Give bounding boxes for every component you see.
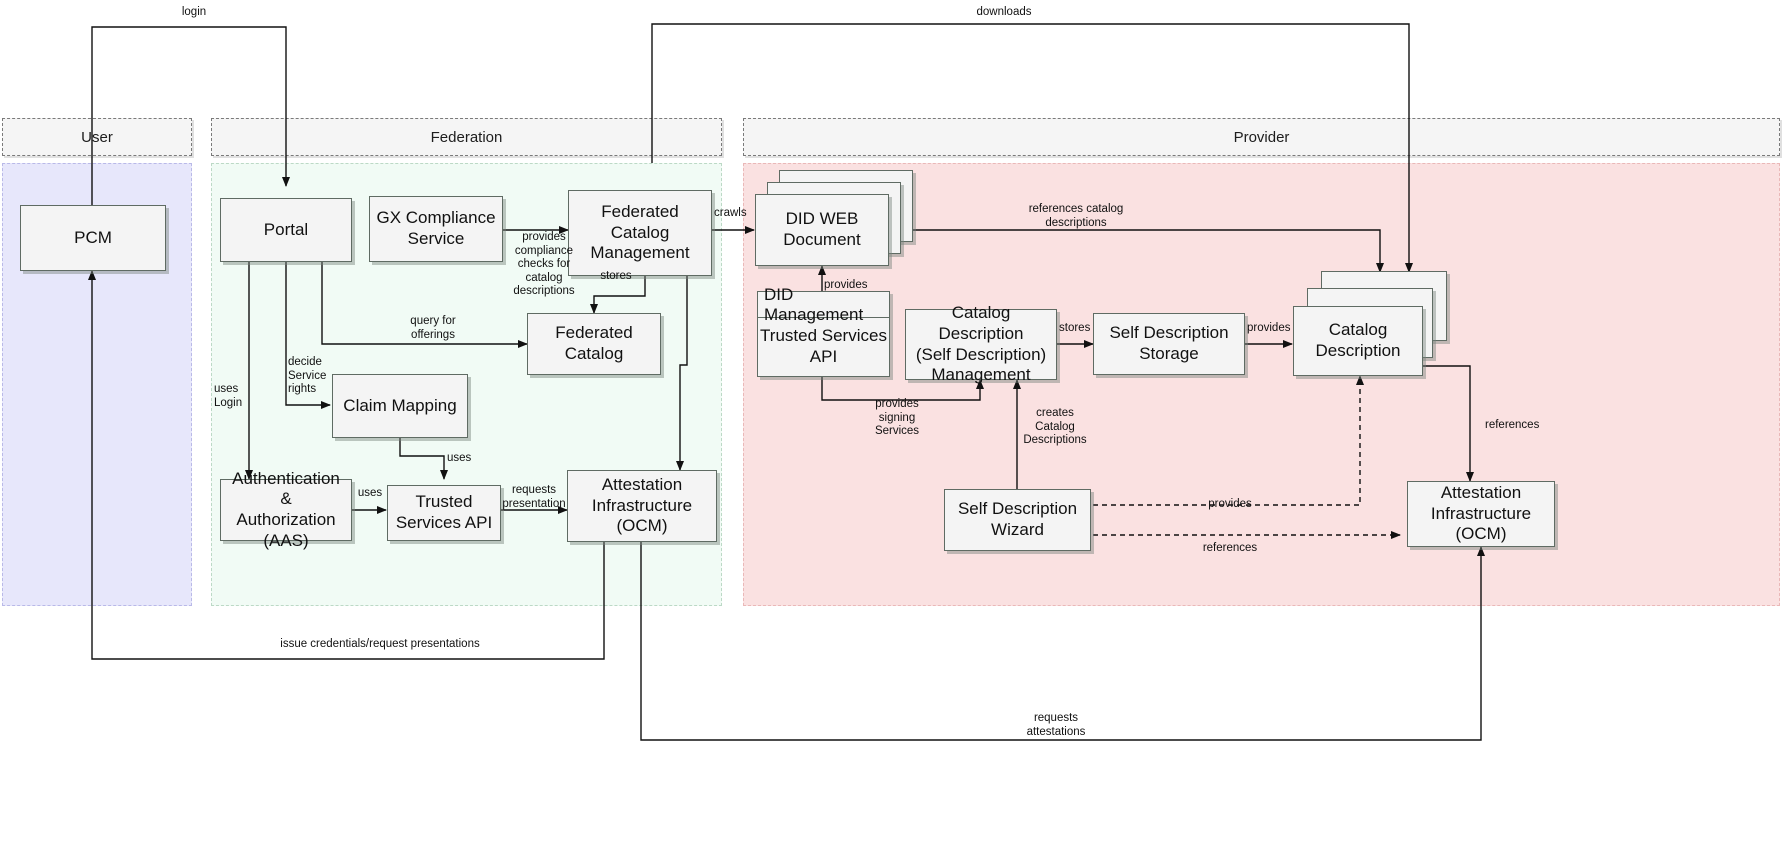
node-authentication-authorization-aas[interactable]: Authentication & Authorization (AAS): [220, 469, 352, 550]
lane-header-user-label: User: [81, 128, 113, 146]
edge-label-provides-signing-services: provides signing Services: [874, 398, 920, 438]
lane-header-federation: Federation: [211, 118, 722, 156]
node-did-management-title: DID Management: [758, 285, 889, 324]
edge-label-uses-aas: uses: [357, 487, 383, 499]
lane-header-provider: Provider: [743, 118, 1780, 156]
edge-label-requests-attestations: requests attestations: [1026, 712, 1086, 738]
node-did-management[interactable]: DID Management Trusted Services API: [757, 285, 890, 377]
node-trusted-services-api-federation[interactable]: Trusted Services API: [387, 485, 501, 541]
node-trusted-services-api-federation-label: Trusted Services API: [395, 492, 493, 532]
lane-header-federation-label: Federation: [430, 128, 503, 146]
edge-label-provides-wizard: provides: [1208, 498, 1252, 510]
edge-label-login: login: [181, 6, 207, 18]
node-attestation-infrastructure-federation[interactable]: Attestation Infrastructure (OCM): [567, 470, 717, 542]
node-self-description-storage-label: Self Description Storage: [1109, 323, 1229, 363]
edge-label-creates-catalog-descriptions: creates Catalog Descriptions: [1023, 407, 1087, 447]
edge-label-uses-claim-mapping: uses: [447, 452, 472, 464]
node-did-management-body: Trusted Services API: [760, 326, 887, 366]
edge-label-provides-storage: provides: [1247, 322, 1291, 334]
node-self-description-wizard[interactable]: Self Description Wizard: [944, 489, 1091, 551]
node-portal[interactable]: Portal: [220, 198, 352, 262]
edge-label-provides-compliance: provides compliance checks for catalog d…: [513, 231, 575, 298]
lane-header-provider-label: Provider: [1233, 128, 1290, 146]
node-did-web-document[interactable]: DID WEB Document: [755, 194, 889, 266]
node-gx-compliance-service[interactable]: GX Compliance Service: [369, 196, 503, 262]
node-catalog-description[interactable]: Catalog Description: [1293, 306, 1423, 376]
node-did-web-document-stack[interactable]: DID WEB Document: [755, 170, 913, 266]
node-catalog-description-stack[interactable]: Catalog Description: [1293, 271, 1447, 376]
node-claim-mapping-label: Claim Mapping: [343, 395, 457, 415]
node-federated-catalog-label: Federated Catalog: [555, 323, 633, 363]
node-authentication-authorization-aas-label: Authentication & Authorization (AAS): [232, 468, 340, 550]
node-federated-catalog[interactable]: Federated Catalog: [527, 313, 661, 375]
edge-label-references-catalog-descriptions: references catalog descriptions: [1028, 203, 1124, 229]
edge-label-crawls: crawls: [714, 207, 747, 219]
lane-header-user: User: [2, 118, 192, 156]
node-federated-catalog-management-label: Federated Catalog Management: [590, 201, 690, 263]
node-did-web-document-label: DID WEB Document: [783, 209, 861, 249]
node-self-description-storage[interactable]: Self Description Storage: [1093, 313, 1245, 375]
node-catalog-description-label: Catalog Description: [1315, 320, 1401, 360]
node-catalog-description-management[interactable]: Catalog Description (Self Description) M…: [905, 303, 1057, 384]
edge-label-references-attestation: references: [1485, 419, 1540, 431]
node-attestation-infrastructure-provider[interactable]: Attestation Infrastructure (OCM): [1407, 481, 1555, 547]
node-federated-catalog-management[interactable]: Federated Catalog Management: [568, 190, 712, 276]
edge-label-decide-service-rights: decide Service rights: [288, 356, 327, 396]
edge-label-issue-credentials: issue credentials/request presentations: [280, 638, 480, 650]
edge-label-stores-federation: stores: [600, 270, 632, 282]
edge-label-uses-login: uses Login: [214, 383, 243, 409]
edge-label-stores-provider: stores: [1059, 322, 1091, 334]
edge-label-downloads: downloads: [976, 6, 1032, 18]
node-gx-compliance-service-label: GX Compliance Service: [376, 208, 496, 248]
node-catalog-description-management-label: Catalog Description (Self Description) M…: [915, 303, 1047, 385]
node-self-description-wizard-label: Self Description Wizard: [957, 499, 1078, 539]
node-attestation-infrastructure-federation-label: Attestation Infrastructure (OCM): [591, 474, 693, 536]
edge-label-provides-did: provides: [824, 279, 868, 291]
edge-label-query-for-offerings: query for offerings: [410, 315, 456, 341]
node-pcm-label: PCM: [74, 227, 112, 247]
node-portal-label: Portal: [263, 219, 309, 239]
diagram-canvas: User Federation Provider PCM Portal GX C…: [0, 0, 1783, 849]
edge-label-references-wizard: references: [1202, 542, 1258, 554]
node-attestation-infrastructure-provider-label: Attestation Infrastructure (OCM): [1430, 482, 1532, 544]
node-claim-mapping[interactable]: Claim Mapping: [332, 374, 468, 438]
node-pcm[interactable]: PCM: [20, 205, 166, 271]
edge-label-requests-presentation: requests presentation: [502, 484, 566, 510]
